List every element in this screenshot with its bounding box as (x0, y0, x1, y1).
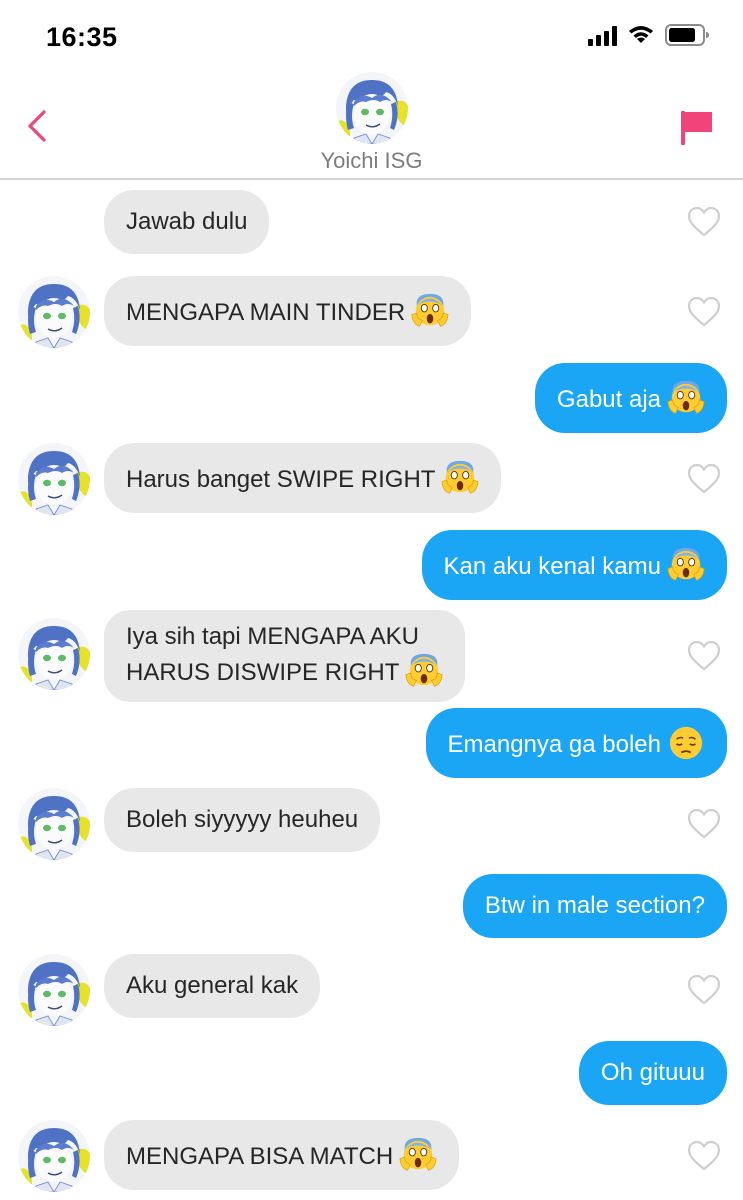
message-row: Harus banget SWIPE RIGHT (0, 443, 743, 515)
flag-icon[interactable] (676, 108, 716, 148)
outgoing-message-bubble[interactable]: Btw in male section? (462, 874, 727, 938)
message-row: Aku general kak (0, 954, 743, 1026)
message-row: Oh gituuu (0, 1041, 743, 1105)
status-bar: 16:35 (0, 0, 743, 70)
screaming-face-emoji-icon (405, 652, 443, 690)
chat-header: Yoichi ISG (0, 70, 743, 180)
screaming-face-emoji-icon (411, 292, 449, 330)
outgoing-message-bubble[interactable]: Gabut aja (534, 363, 727, 433)
outgoing-message-bubble[interactable]: Oh gituuu (578, 1041, 727, 1105)
message-row: Kan aku kenal kamu (0, 530, 743, 600)
message-text: Emangnya ga boleh (447, 731, 662, 758)
message-text: Btw in male section? (484, 892, 705, 919)
status-time: 16:35 (46, 22, 118, 52)
message-text: Aku general kak (126, 972, 299, 999)
message-text: Kan aku kenal kamu (443, 553, 661, 580)
incoming-message-bubble[interactable]: Harus banget SWIPE RIGHT (104, 443, 502, 513)
message-text: MENGAPA MAIN TINDER (126, 299, 406, 326)
chevron-left-icon[interactable] (22, 106, 54, 146)
message-row: MENGAPA BISA MATCH (0, 1120, 743, 1192)
screaming-face-emoji-icon (667, 546, 705, 584)
heart-icon[interactable] (686, 296, 722, 328)
incoming-message-bubble[interactable]: Jawab dulu (104, 190, 270, 254)
incoming-message-bubble[interactable]: Aku general kak (104, 954, 321, 1018)
message-row: Emangnya ga boleh (0, 708, 743, 778)
incoming-message-bubble[interactable]: MENGAPA MAIN TINDER (104, 276, 472, 346)
outgoing-message-bubble[interactable]: Kan aku kenal kamu (421, 530, 727, 600)
heart-icon[interactable] (686, 463, 722, 495)
screaming-face-emoji-icon (399, 1136, 437, 1174)
wifi-icon (629, 26, 653, 43)
message-text: Harus banget SWIPE RIGHT (126, 466, 436, 493)
message-text: MENGAPA BISA MATCH (126, 1143, 394, 1170)
message-text: Jawab dulu (126, 208, 248, 235)
message-row: Jawab dulu (0, 190, 743, 254)
message-row: Iya sih tapi MENGAPA AKU HARUS DISWIPE R… (0, 610, 743, 702)
message-text: Oh gituuu (600, 1059, 705, 1086)
battery-icon (665, 24, 709, 46)
outgoing-message-bubble[interactable]: Emangnya ga boleh (425, 708, 727, 778)
incoming-message-bubble[interactable]: MENGAPA BISA MATCH (104, 1120, 460, 1190)
pensive-face-emoji-icon (667, 724, 705, 762)
contact-avatar[interactable] (336, 72, 408, 144)
message-text-line-2: HARUS DISWIPE RIGHT (126, 659, 400, 686)
heart-icon[interactable] (686, 808, 722, 840)
incoming-message-bubble[interactable]: Boleh siyyyyy heuheu (104, 788, 381, 852)
message-list[interactable]: Jawab dulu MENGAPA MAIN TINDER Gabut aja… (0, 180, 743, 1200)
screaming-face-emoji-icon (667, 379, 705, 417)
heart-icon[interactable] (686, 206, 722, 238)
cellular-signal-icon (588, 26, 617, 46)
screaming-face-emoji-icon (441, 459, 479, 497)
message-text: Gabut aja (556, 386, 661, 413)
message-text-line-1: Iya sih tapi MENGAPA AKU (126, 623, 420, 650)
message-row: Btw in male section? (0, 874, 743, 938)
message-text: Boleh siyyyyy heuheu (126, 806, 359, 833)
message-row: Boleh siyyyyy heuheu (0, 788, 743, 860)
contact-avatar[interactable] (18, 788, 90, 860)
contact-name[interactable]: Yoichi ISG (0, 148, 743, 174)
message-row: MENGAPA MAIN TINDER (0, 276, 743, 348)
contact-avatar[interactable] (18, 618, 90, 690)
incoming-message-bubble[interactable]: Iya sih tapi MENGAPA AKU HARUS DISWIPE R… (104, 610, 466, 702)
heart-icon[interactable] (686, 974, 722, 1006)
message-row: Gabut aja (0, 363, 743, 433)
heart-icon[interactable] (686, 640, 722, 672)
contact-avatar[interactable] (18, 954, 90, 1026)
heart-icon[interactable] (686, 1140, 722, 1172)
contact-avatar[interactable] (18, 443, 90, 515)
contact-avatar[interactable] (18, 1120, 90, 1192)
contact-avatar[interactable] (18, 276, 90, 348)
